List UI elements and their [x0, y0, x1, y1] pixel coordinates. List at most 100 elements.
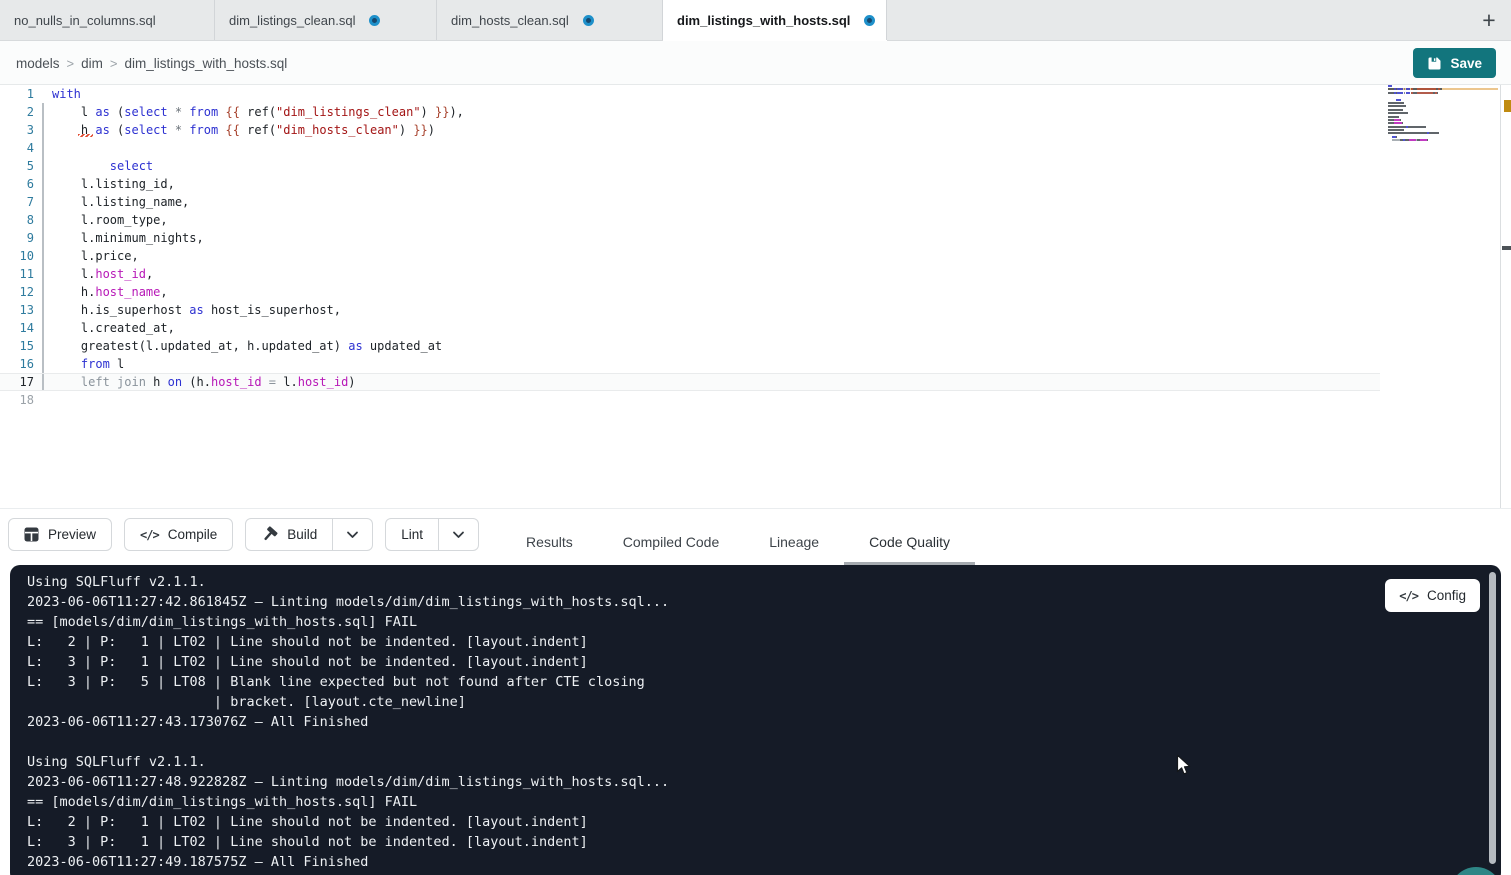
code-lines: 1with2 l as (select * from {{ ref("dim_l… — [0, 85, 1511, 409]
unsaved-dot-icon — [369, 15, 380, 26]
gutter-change-marker — [34, 211, 52, 229]
line-number: 3 — [0, 123, 34, 137]
line-number: 18 — [0, 393, 34, 407]
code-line-13: 13 h.is_superhost as host_is_superhost, — [0, 301, 1380, 319]
minimap-line — [1388, 105, 1498, 107]
unsaved-dot-icon — [864, 15, 875, 26]
minimap-line — [1388, 132, 1498, 134]
line-number: 7 — [0, 195, 34, 209]
code-text: l.host_id, — [52, 267, 153, 281]
compile-label: Compile — [168, 527, 218, 542]
tab-code-quality[interactable]: Code Quality — [844, 518, 975, 565]
file-tab-dim_hosts_clean.sql[interactable]: dim_hosts_clean.sql — [437, 0, 663, 40]
breadcrumb-separator: > — [110, 56, 118, 71]
code-text: l as (select * from {{ ref("dim_listings… — [52, 105, 464, 119]
breadcrumb-item[interactable]: dim_listings_with_hosts.sql — [124, 56, 287, 71]
chevron-down-icon — [452, 531, 465, 539]
terminal-scrollbar[interactable] — [1489, 572, 1496, 864]
config-button[interactable]: </> Config — [1385, 579, 1480, 612]
line-number: 4 — [0, 141, 34, 155]
lint-label: Lint — [401, 527, 423, 542]
line-number: 14 — [0, 321, 34, 335]
breadcrumb-item[interactable]: models — [16, 56, 60, 71]
log-line: L: 3 | P: 1 | LT02 | Line should not be … — [27, 652, 1381, 672]
gutter-change-marker — [34, 193, 52, 211]
code-line-3: 3 h as (select * from {{ ref("dim_hosts_… — [0, 121, 1380, 139]
gutter-change-marker — [34, 175, 52, 193]
minimap[interactable] — [1388, 85, 1498, 149]
log-line: | bracket. [layout.cte_newline] — [27, 692, 1381, 712]
code-line-18: 18 — [0, 391, 1380, 409]
code-line-11: 11 l.host_id, — [0, 265, 1380, 283]
hammer-icon — [261, 526, 278, 543]
code-line-15: 15 greatest(l.updated_at, h.updated_at) … — [0, 337, 1380, 355]
code-text: h.host_name, — [52, 285, 168, 299]
tab-results[interactable]: Results — [501, 518, 598, 565]
minimap-line — [1388, 112, 1498, 114]
save-button[interactable]: Save — [1413, 48, 1496, 78]
code-line-9: 9 l.minimum_nights, — [0, 229, 1380, 247]
file-tab-no_nulls_in_columns.sql[interactable]: no_nulls_in_columns.sql — [0, 0, 215, 40]
gutter-change-marker — [34, 355, 52, 373]
minimap-line — [1388, 122, 1498, 124]
gutter-change-marker — [34, 157, 52, 175]
gutter-change-marker — [34, 229, 52, 247]
build-label: Build — [287, 527, 317, 542]
code-icon: </> — [1399, 589, 1418, 603]
code-text: h as (select * from {{ ref("dim_hosts_cl… — [52, 123, 435, 137]
new-tab-button[interactable]: + — [1473, 4, 1505, 36]
breadcrumb-item[interactable]: dim — [81, 56, 103, 71]
minimap-line — [1388, 109, 1498, 111]
line-number: 6 — [0, 177, 34, 191]
tab-compiled-code[interactable]: Compiled Code — [598, 518, 745, 565]
scrollbar-warning-mark — [1504, 100, 1511, 112]
minimap-line — [1388, 139, 1498, 141]
build-dropdown-button[interactable] — [333, 518, 373, 551]
minimap-line — [1388, 92, 1498, 94]
file-tab-label: dim_listings_with_hosts.sql — [677, 13, 850, 28]
help-bubble-button[interactable] — [1450, 867, 1502, 875]
preview-button[interactable]: Preview — [8, 518, 112, 551]
file-header-bar: models > dim > dim_listings_with_hosts.sql S… — [0, 41, 1511, 85]
editor-scrollbar-track[interactable] — [1500, 85, 1501, 508]
log-line — [27, 732, 1381, 752]
gutter-change-marker — [34, 283, 52, 301]
compile-button[interactable]: </> Compile — [124, 518, 233, 551]
breadcrumb: models > dim > dim_listings_with_hosts.sql — [16, 41, 287, 85]
code-editor[interactable]: 1with2 l as (select * from {{ ref("dim_l… — [0, 85, 1511, 508]
code-line-14: 14 l.created_at, — [0, 319, 1380, 337]
code-text: with — [52, 87, 81, 101]
log-line: == [models/dim/dim_listings_with_hosts.s… — [27, 792, 1381, 812]
log-line: 2023-06-06T11:27:48.922828Z — Linting mo… — [27, 772, 1381, 792]
minimap-line — [1388, 95, 1498, 97]
config-label: Config — [1427, 588, 1466, 603]
gutter-change-marker — [34, 301, 52, 319]
result-panel-tabs: ResultsCompiled CodeLineageCode Quality — [501, 518, 975, 565]
minimap-line — [1388, 143, 1498, 145]
code-text: from l — [52, 357, 124, 371]
preview-label: Preview — [48, 527, 96, 542]
line-number: 15 — [0, 339, 34, 353]
log-line: 2023-06-06T11:27:42.861845Z — Linting mo… — [27, 592, 1381, 612]
lint-dropdown-button[interactable] — [439, 518, 479, 551]
build-button[interactable]: Build — [245, 518, 333, 551]
gutter-change-marker — [34, 319, 52, 337]
code-text: l.created_at, — [52, 321, 175, 335]
save-label: Save — [1450, 56, 1482, 71]
code-text: greatest(l.updated_at, h.updated_at) as … — [52, 339, 442, 353]
tab-lineage[interactable]: Lineage — [744, 518, 844, 565]
breadcrumb-separator: > — [67, 56, 75, 71]
lint-button[interactable]: Lint — [385, 518, 439, 551]
gutter-change-marker — [34, 247, 52, 265]
file-tab-dim_listings_with_hosts.sql[interactable]: dim_listings_with_hosts.sql — [663, 0, 887, 40]
line-number: 11 — [0, 267, 34, 281]
minimap-line — [1388, 88, 1498, 90]
open-file-tabs: no_nulls_in_columns.sqldim_listings_clea… — [0, 0, 887, 40]
log-line: L: 3 | P: 1 | LT02 | Line should not be … — [27, 832, 1381, 852]
minimap-line — [1388, 129, 1498, 131]
file-tab-dim_listings_clean.sql[interactable]: dim_listings_clean.sql — [215, 0, 437, 40]
code-text: select — [52, 159, 153, 173]
gutter-change-marker — [34, 374, 52, 390]
minimap-line — [1388, 85, 1498, 87]
code-line-5: 5 select — [0, 157, 1380, 175]
